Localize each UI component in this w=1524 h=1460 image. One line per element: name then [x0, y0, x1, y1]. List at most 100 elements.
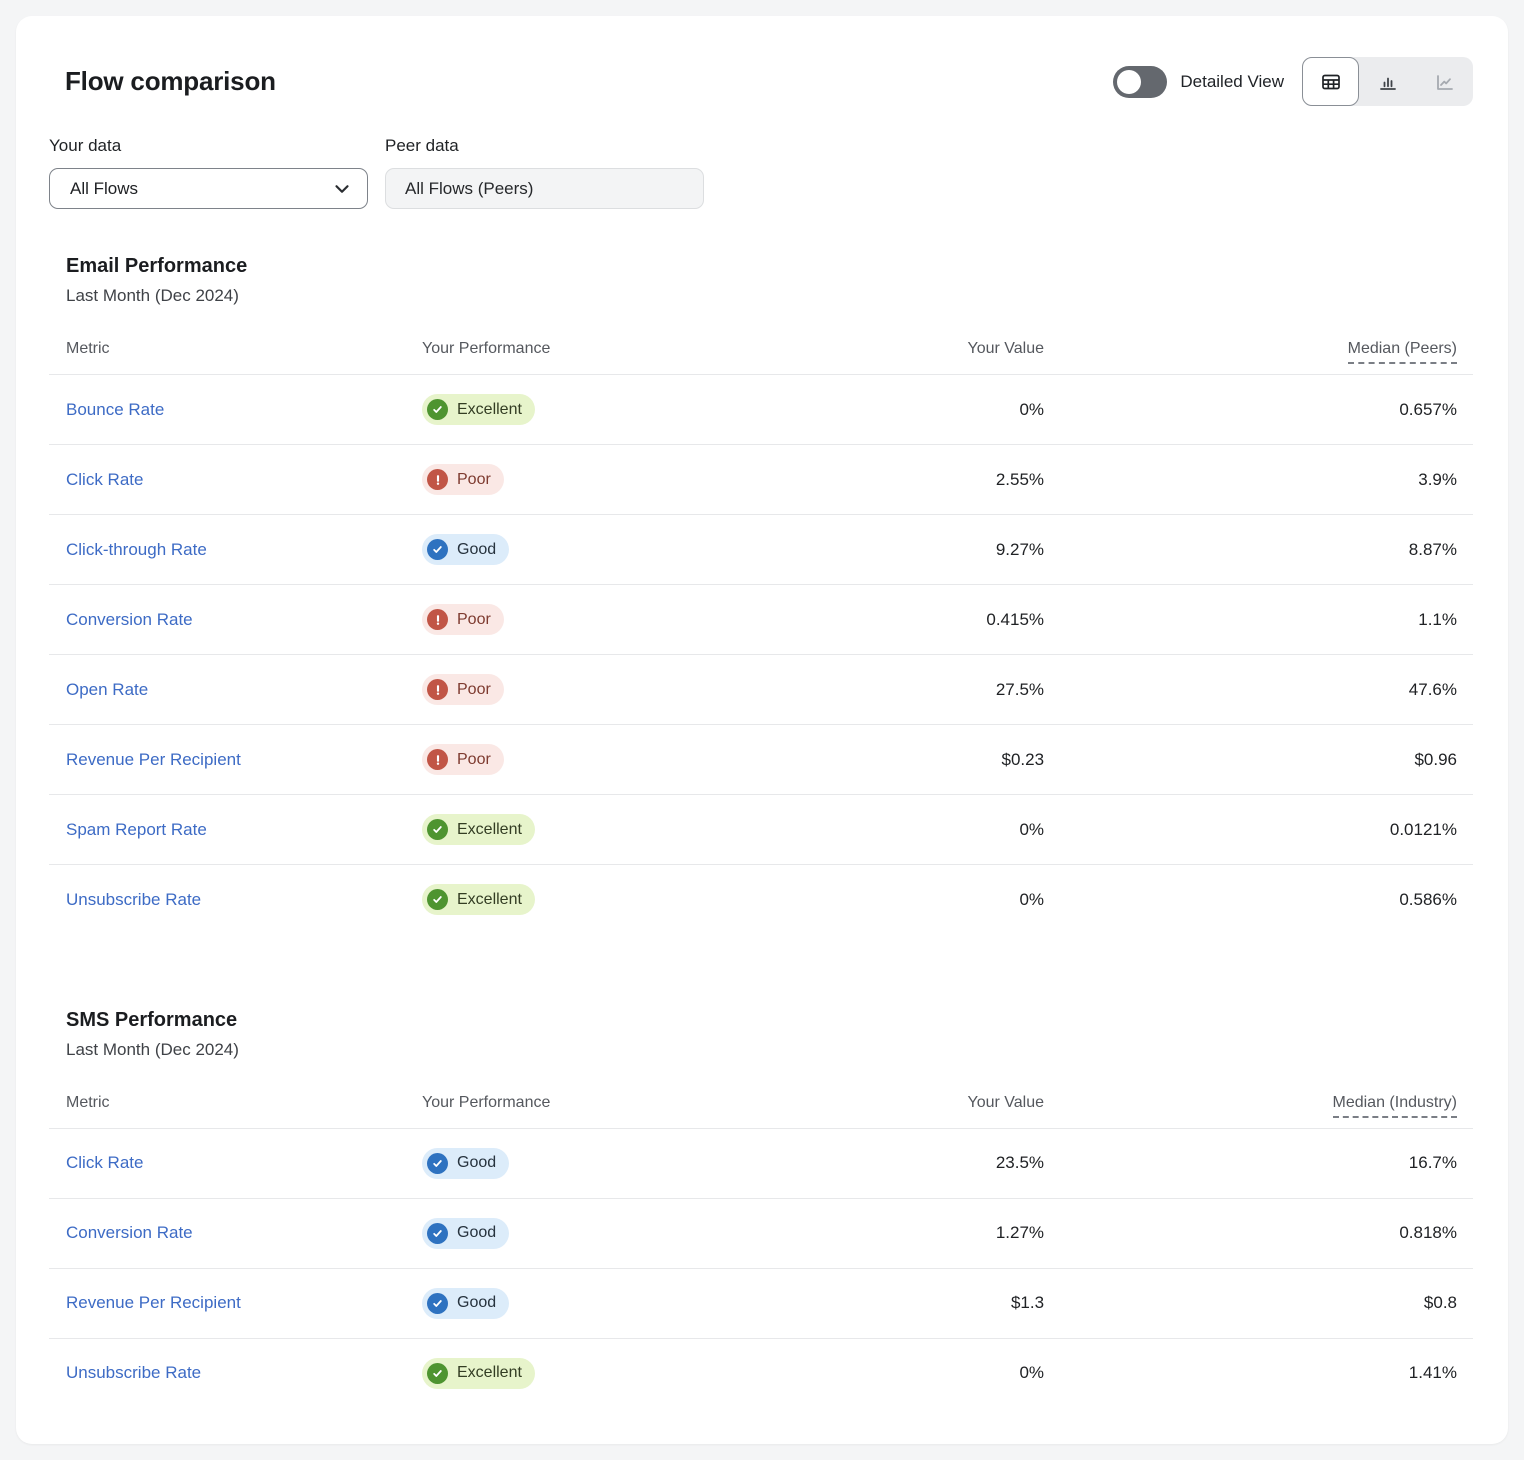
performance-section: Email Performance Last Month (Dec 2024) … — [49, 255, 1473, 935]
status-badge: Excellent — [422, 814, 535, 845]
bar-chart-view-button[interactable] — [1359, 57, 1416, 106]
metric-cell: Bounce Rate — [49, 375, 405, 445]
status-label: Poor — [457, 751, 491, 769]
check-icon — [431, 1297, 444, 1310]
performance-cell: Good — [405, 1268, 797, 1338]
chevron-down-icon — [331, 178, 353, 200]
metric-link[interactable]: Conversion Rate — [66, 1223, 193, 1242]
status-circle-icon — [427, 679, 448, 700]
status-badge: Good — [422, 1288, 509, 1319]
performance-cell: Good — [405, 515, 797, 585]
status-badge: Poor — [422, 744, 504, 775]
your-value: 0.415% — [797, 585, 1060, 655]
performance-cell: Poor — [405, 585, 797, 655]
metric-link[interactable]: Conversion Rate — [66, 610, 193, 629]
median-value: 16.7% — [1060, 1128, 1473, 1198]
column-header-your-performance: Your Performance — [405, 328, 797, 375]
check-icon — [431, 543, 444, 556]
status-circle-icon — [427, 819, 448, 840]
line-chart-view-button[interactable] — [1416, 57, 1473, 106]
median-tooltip-trigger[interactable]: Median (Industry) — [1333, 1094, 1458, 1118]
table-row: Bounce Rate Excellent 0% 0.657% — [49, 375, 1473, 445]
table-row: Open Rate Poor 27.5% 47.6% — [49, 655, 1473, 725]
column-header-your-performance: Your Performance — [405, 1082, 797, 1129]
flow-comparison-card: Flow comparison Detailed View — [16, 16, 1508, 1444]
status-badge: Poor — [422, 674, 504, 705]
table-view-button[interactable] — [1302, 57, 1359, 106]
median-value: 3.9% — [1060, 445, 1473, 515]
median-tooltip-trigger[interactable]: Median (Peers) — [1348, 340, 1457, 364]
column-header-metric: Metric — [49, 328, 405, 375]
metric-link[interactable]: Revenue Per Recipient — [66, 750, 241, 769]
status-label: Good — [457, 1294, 496, 1312]
performance-cell: Good — [405, 1128, 797, 1198]
section-subtitle: Last Month (Dec 2024) — [66, 1040, 1473, 1060]
alert-icon — [431, 473, 445, 487]
metric-link[interactable]: Unsubscribe Rate — [66, 1363, 201, 1382]
table-row: Click-through Rate Good 9.27% 8.87% — [49, 515, 1473, 585]
performance-cell: Poor — [405, 655, 797, 725]
page-title: Flow comparison — [65, 66, 276, 97]
status-label: Excellent — [457, 1364, 522, 1382]
metric-link[interactable]: Open Rate — [66, 680, 148, 699]
your-value: 23.5% — [797, 1128, 1060, 1198]
table-row: Conversion Rate Poor 0.415% 1.1% — [49, 585, 1473, 655]
your-value: 0% — [797, 375, 1060, 445]
performance-cell: Excellent — [405, 1338, 797, 1408]
metric-link[interactable]: Click-through Rate — [66, 540, 207, 559]
header-bar: Flow comparison Detailed View — [49, 57, 1473, 106]
alert-icon — [431, 683, 445, 697]
column-header-median: Median (Industry) — [1060, 1082, 1473, 1129]
median-value: 0.0121% — [1060, 795, 1473, 865]
table-row: Spam Report Rate Excellent 0% 0.0121% — [49, 795, 1473, 865]
median-value: 1.1% — [1060, 585, 1473, 655]
status-circle-icon — [427, 609, 448, 630]
your-value: 2.55% — [797, 445, 1060, 515]
check-icon — [431, 1157, 444, 1170]
status-badge: Poor — [422, 604, 504, 635]
metric-link[interactable]: Unsubscribe Rate — [66, 890, 201, 909]
bar-chart-view-icon — [1376, 70, 1400, 94]
performance-section: SMS Performance Last Month (Dec 2024) Me… — [49, 1009, 1473, 1409]
metric-link[interactable]: Click Rate — [66, 1153, 143, 1172]
your-data-field: Your data All Flows — [49, 136, 368, 209]
table-row: Revenue Per Recipient Good $1.3 $0.8 — [49, 1268, 1473, 1338]
section-title: SMS Performance — [66, 1009, 1473, 1032]
table-row: Unsubscribe Rate Excellent 0% 1.41% — [49, 1338, 1473, 1408]
your-value: 9.27% — [797, 515, 1060, 585]
your-data-select[interactable]: All Flows — [49, 168, 368, 209]
status-label: Excellent — [457, 891, 522, 909]
status-circle-icon — [427, 469, 448, 490]
table-view-icon — [1319, 70, 1343, 94]
status-circle-icon — [427, 399, 448, 420]
median-value: 47.6% — [1060, 655, 1473, 725]
your-value: 0% — [797, 1338, 1060, 1408]
status-circle-icon — [427, 1153, 448, 1174]
column-header-metric: Metric — [49, 1082, 405, 1129]
line-chart-view-icon — [1433, 70, 1457, 94]
performance-cell: Excellent — [405, 795, 797, 865]
check-icon — [431, 1367, 444, 1380]
table-row: Conversion Rate Good 1.27% 0.818% — [49, 1198, 1473, 1268]
status-label: Poor — [457, 681, 491, 699]
metric-cell: Click-through Rate — [49, 515, 405, 585]
median-value: 8.87% — [1060, 515, 1473, 585]
column-header-your-value: Your Value — [797, 328, 1060, 375]
peer-data-input[interactable] — [385, 168, 704, 209]
view-switcher — [1302, 57, 1473, 106]
performance-table: Metric Your Performance Your Value Media… — [49, 1082, 1473, 1409]
status-badge: Good — [422, 1148, 509, 1179]
metric-link[interactable]: Spam Report Rate — [66, 820, 207, 839]
metric-cell: Spam Report Rate — [49, 795, 405, 865]
metric-cell: Open Rate — [49, 655, 405, 725]
metric-link[interactable]: Revenue Per Recipient — [66, 1293, 241, 1312]
status-label: Excellent — [457, 401, 522, 419]
metric-cell: Conversion Rate — [49, 585, 405, 655]
status-label: Good — [457, 1154, 496, 1172]
metric-cell: Conversion Rate — [49, 1198, 405, 1268]
metric-link[interactable]: Bounce Rate — [66, 400, 164, 419]
metric-link[interactable]: Click Rate — [66, 470, 143, 489]
your-data-select-value: All Flows — [70, 179, 138, 199]
sections: Email Performance Last Month (Dec 2024) … — [49, 255, 1473, 1408]
detailed-view-toggle[interactable] — [1113, 66, 1167, 98]
